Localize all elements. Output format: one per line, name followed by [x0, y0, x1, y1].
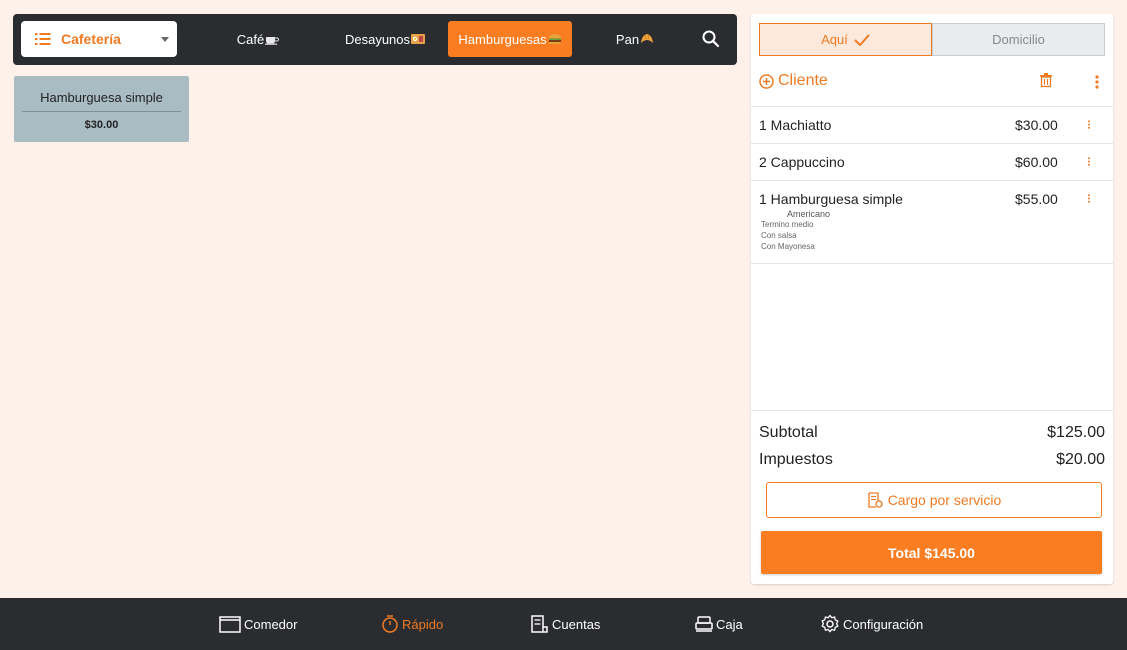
order-item[interactable]: 2 Cappuccino $60.00	[751, 143, 1113, 180]
table-icon	[219, 616, 241, 633]
add-circle-icon	[759, 73, 774, 89]
nav-label: Caja	[716, 616, 743, 632]
product-divider	[22, 111, 181, 112]
burger-emoji-icon	[548, 34, 561, 44]
item-line: 2 Cappuccino	[759, 154, 845, 170]
tab-label: Pan	[615, 31, 640, 47]
client-row: Cliente	[759, 72, 1105, 96]
stopwatch-icon	[382, 615, 398, 633]
item-price: $60.00	[1015, 154, 1058, 170]
add-client-button[interactable]: Cliente	[759, 72, 1105, 90]
order-mode-tabs: Aquí Domicilio	[759, 23, 1105, 56]
item-options-icon[interactable]	[1087, 157, 1091, 166]
item-modifier: Con Mayonesa	[761, 242, 815, 251]
item-modifier-main: Americano	[787, 209, 831, 219]
breakfast-emoji-icon	[411, 34, 426, 44]
client-label: Cliente	[778, 72, 828, 89]
tab-label: Aquí	[821, 32, 848, 47]
nav-configuracion[interactable]: Configuración	[820, 598, 923, 650]
item-line: 1 Machiatto	[759, 117, 832, 133]
menu-title: Cafetería	[61, 31, 121, 47]
menu-selector[interactable]: Cafetería	[21, 21, 177, 57]
item-modifier: Con salsa	[761, 231, 797, 240]
product-card[interactable]: Hamburguesa simple $30.00	[14, 76, 189, 142]
order-panel: Aquí Domicilio Cliente 1 Machiatto $30.0…	[751, 14, 1113, 584]
item-line: 1 Hamburguesa simple	[759, 191, 903, 207]
subtotal-value: $125.00	[1047, 423, 1105, 441]
list-icon	[35, 33, 51, 45]
tab-pan[interactable]: Pan	[605, 21, 665, 57]
order-item[interactable]: 1 Hamburguesa simple $55.00 Americano Te…	[751, 180, 1113, 264]
tab-label: Hamburguesas	[458, 31, 547, 47]
product-price: $30.00	[84, 119, 119, 131]
nav-rapido[interactable]: Rápido	[381, 598, 443, 650]
nav-cuentas[interactable]: Cuentas	[530, 598, 600, 650]
taxes-row: Impuestos $20.00	[759, 446, 1105, 473]
totals-section: Subtotal $125.00 Impuestos $20.00	[759, 419, 1105, 473]
item-modifier: Termino medio	[761, 220, 814, 229]
order-items-list: 1 Machiatto $30.00 2 Cappuccino $60.00 1…	[751, 106, 1113, 264]
tab-label: Café	[236, 31, 265, 47]
tab-aqui[interactable]: Aquí	[759, 23, 932, 56]
receipt-icon	[531, 615, 548, 633]
tab-cafe[interactable]: Café	[228, 21, 288, 57]
nav-caja[interactable]: Caja	[695, 598, 743, 650]
taxes-value: $20.00	[1056, 450, 1105, 468]
item-price: $55.00	[1015, 191, 1058, 207]
coffee-emoji-icon	[265, 36, 280, 45]
nav-label: Rápido	[402, 616, 444, 632]
order-item[interactable]: 1 Machiatto $30.00	[751, 106, 1113, 143]
tab-hamburguesas[interactable]: Hamburguesas	[448, 21, 572, 57]
tab-desayunos[interactable]: Desayunos	[337, 21, 433, 57]
nav-label: Cuentas	[552, 616, 601, 632]
product-name: Hamburguesa simple	[40, 90, 163, 105]
tab-domicilio[interactable]: Domicilio	[932, 23, 1105, 56]
category-bar: Cafetería Café Desayunos Hamburguesas Pa…	[13, 14, 737, 65]
tab-label: Desayunos	[344, 31, 411, 47]
subtotal-label: Subtotal	[759, 423, 818, 441]
trash-icon[interactable]	[1039, 73, 1053, 88]
bottom-navigation: Comedor Rápido Cuentas Caja Configuració…	[0, 598, 1127, 650]
item-price: $30.00	[1015, 117, 1058, 133]
receipt-settings-icon	[868, 492, 883, 508]
search-icon[interactable]	[701, 29, 721, 49]
check-icon	[854, 33, 870, 46]
service-charge-button[interactable]: Cargo por servicio	[766, 482, 1102, 518]
croissant-emoji-icon	[641, 34, 654, 43]
chevron-down-icon	[161, 37, 169, 42]
taxes-label: Impuestos	[759, 450, 833, 468]
total-label: Total $145.00	[888, 544, 975, 561]
more-options-icon[interactable]	[1095, 75, 1099, 89]
total-button[interactable]: Total $145.00	[761, 531, 1102, 574]
service-charge-label: Cargo por servicio	[887, 492, 1002, 508]
cash-register-icon	[695, 616, 713, 632]
nav-label: Configuración	[843, 616, 924, 632]
gear-icon	[821, 614, 839, 633]
tab-label: Domicilio	[992, 32, 1045, 47]
totals-divider	[751, 410, 1113, 411]
item-options-icon[interactable]	[1087, 120, 1091, 129]
subtotal-row: Subtotal $125.00	[759, 419, 1105, 446]
nav-comedor[interactable]: Comedor	[219, 598, 297, 650]
item-options-icon[interactable]	[1087, 194, 1091, 203]
nav-label: Comedor	[244, 616, 298, 632]
